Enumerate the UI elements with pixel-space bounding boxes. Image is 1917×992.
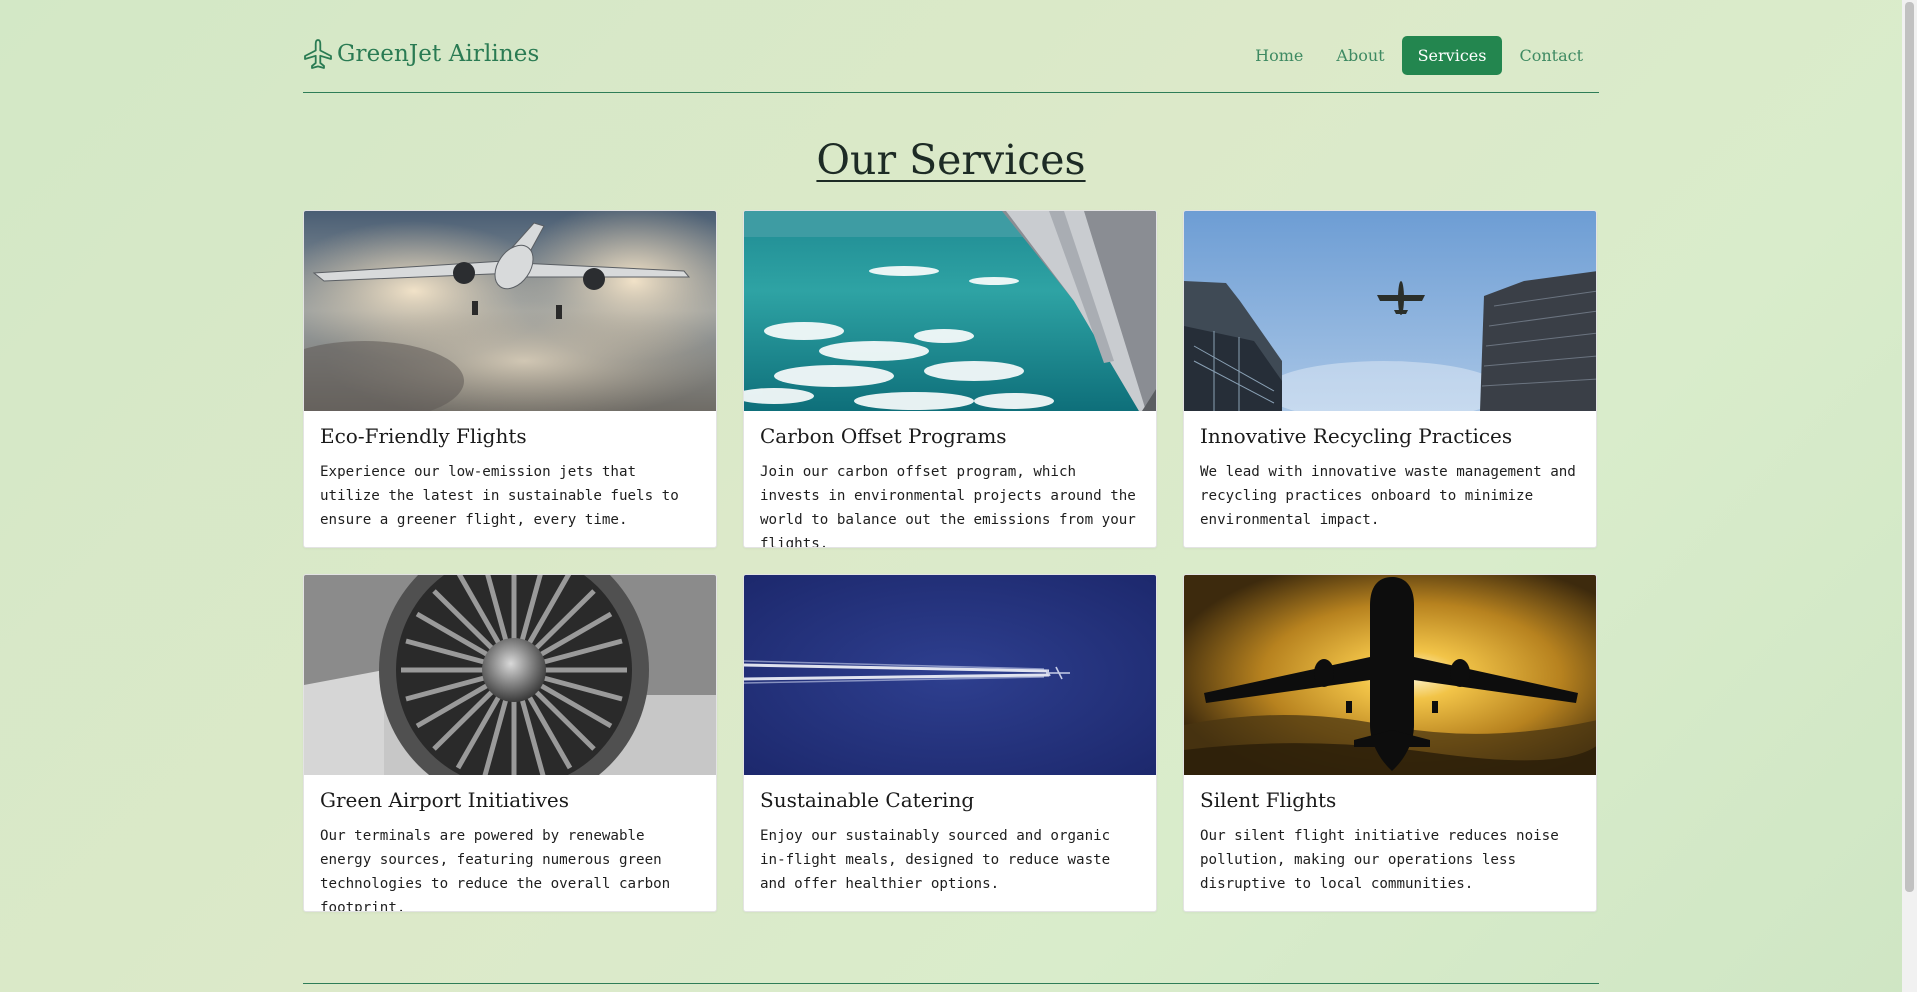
service-card: Silent Flights Our silent flight initiat… — [1183, 574, 1597, 912]
service-description: We lead with innovative waste management… — [1200, 464, 1576, 528]
scrollbar-thumb[interactable] — [1905, 2, 1914, 892]
service-title: Green Airport Initiatives — [320, 788, 570, 812]
services-grid: Eco-Friendly Flights Experience our low-… — [303, 210, 1599, 912]
jet-engine-image — [304, 575, 716, 775]
page-container: GreenJet Airlines Home About Services Co… — [303, 0, 1599, 984]
nav-about[interactable]: About — [1320, 36, 1400, 75]
nav-home[interactable]: Home — [1239, 36, 1319, 75]
page-title-text: Our Services — [816, 136, 1086, 184]
site-header: GreenJet Airlines Home About Services Co… — [303, 0, 1599, 93]
service-title: Eco-Friendly Flights — [320, 424, 527, 448]
service-title: Silent Flights — [1200, 788, 1337, 812]
page-title: Our Services — [303, 136, 1599, 184]
service-card: Innovative Recycling Practices We lead w… — [1183, 210, 1597, 548]
service-card: Carbon Offset Programs Join our carbon o… — [743, 210, 1157, 548]
nav-contact[interactable]: Contact — [1503, 36, 1599, 75]
service-description: Our terminals are powered by renewable e… — [320, 828, 671, 912]
nav-services[interactable]: Services — [1401, 36, 1503, 75]
main-nav: Home About Services Contact — [1238, 36, 1599, 75]
service-title: Sustainable Catering — [760, 788, 975, 812]
service-description: Our silent flight initiative reduces noi… — [1200, 828, 1559, 892]
plane-silhouette-sunset-image — [1184, 575, 1596, 775]
contrail-sky-image — [744, 575, 1156, 775]
brand-name: GreenJet Airlines — [337, 41, 540, 67]
service-card: Green Airport Initiatives Our terminals … — [303, 574, 717, 912]
footer-divider — [303, 983, 1599, 984]
page-scrollbar[interactable] — [1902, 0, 1917, 992]
service-description: Experience our low-emission jets that ut… — [320, 464, 679, 528]
service-description: Enjoy our sustainably sourced and organi… — [760, 828, 1111, 892]
wing-over-ocean-image — [744, 211, 1156, 411]
service-description: Join our carbon offset program, which in… — [760, 464, 1136, 548]
service-title: Innovative Recycling Practices — [1200, 424, 1513, 448]
service-card: Sustainable Catering Enjoy our sustainab… — [743, 574, 1157, 912]
airplane-in-clouds-image — [304, 211, 716, 411]
brand-logo-link[interactable]: GreenJet Airlines — [303, 38, 539, 70]
plane-icon — [304, 39, 332, 69]
plane-between-buildings-image — [1184, 211, 1596, 411]
service-card: Eco-Friendly Flights Experience our low-… — [303, 210, 717, 548]
service-title: Carbon Offset Programs — [760, 424, 1007, 448]
